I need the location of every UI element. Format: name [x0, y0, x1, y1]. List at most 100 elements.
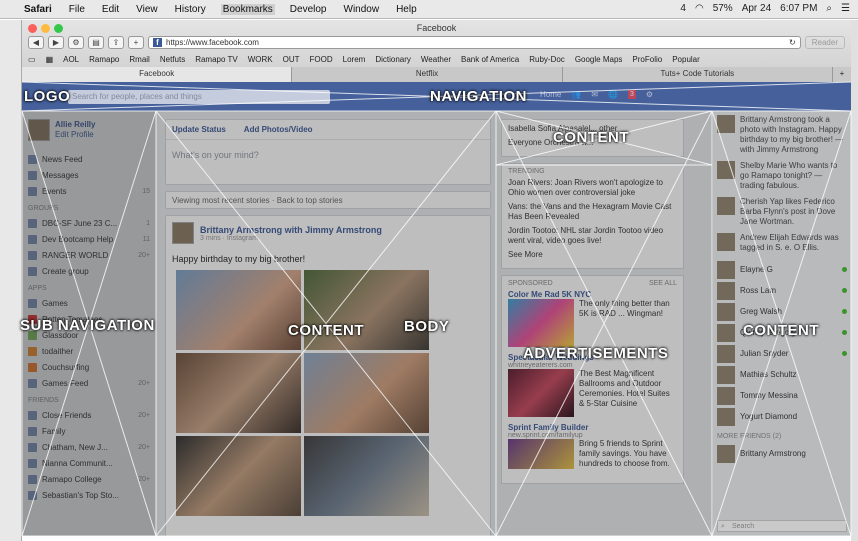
sidebar-item-friends[interactable]: Chatham, New J... 20+ [28, 439, 150, 455]
story-sort-hint[interactable]: Viewing most recent stories · Back to to… [165, 191, 491, 209]
sidebar-item-app[interactable]: Glassdoor [28, 327, 150, 343]
sidebar-item-app[interactable]: Games Feed 20+ [28, 375, 150, 391]
edit-profile-link[interactable]: Edit Profile [55, 130, 95, 140]
ad-image[interactable] [508, 299, 574, 347]
menu-bookmarks[interactable]: Bookmarks [220, 3, 275, 15]
bookmark-bank-of-america[interactable]: Bank of America [461, 55, 519, 64]
post-photo[interactable] [176, 353, 301, 433]
chat-contact[interactable]: Yogurt Diamond [717, 406, 847, 427]
reader-button[interactable]: Reader [804, 36, 845, 49]
chat-contact[interactable]: Ross Lam [717, 280, 847, 301]
sidebar-item-app[interactable]: Rotten Tomatoes [28, 311, 150, 327]
bookmark-ramapo-tv[interactable]: Ramapo TV [195, 55, 238, 64]
wifi-icon[interactable]: ◠ [695, 3, 704, 14]
address-bar[interactable]: f https://www.facebook.com ↻ [148, 36, 801, 49]
ad-item[interactable]: Bring 5 friends to Sprint family savings… [508, 439, 677, 473]
chat-contact[interactable]: Tommy Messina [717, 385, 847, 406]
ticker-line[interactable]: Everyone Orchestra w... [508, 138, 677, 148]
bookmark-profolio[interactable]: ProFolio [632, 55, 662, 64]
bookmark-ramapo[interactable]: Ramapo [89, 55, 119, 64]
add-photo-tab[interactable]: Add Photos/Video [244, 125, 313, 134]
reading-list-icon[interactable]: ▭ [28, 55, 36, 64]
messages-icon[interactable]: ✉ [591, 90, 598, 99]
ad-url[interactable]: whitneyeaterers.com [508, 362, 677, 369]
forward-icon[interactable]: ▶ [48, 36, 64, 49]
sidebar-item-friends[interactable]: Close Friends 20+ [28, 407, 150, 423]
menu-develop[interactable]: Develop [288, 4, 329, 15]
ad-title[interactable]: Color Me Rad 5K NYC [508, 290, 677, 299]
sidebar-item-friends[interactable]: Sebastian's Top Sto... [28, 487, 150, 503]
sidebar-item-app[interactable]: todaither [28, 343, 150, 359]
bookmark-food[interactable]: FOOD [310, 55, 333, 64]
sidebar-item-app[interactable]: Games [28, 295, 150, 311]
bookmark-weather[interactable]: Weather [421, 55, 451, 64]
sidebar-item-create-group[interactable]: Create group [28, 263, 150, 279]
post-photo[interactable] [304, 353, 429, 433]
ad-item[interactable]: The only thing better than 5K is RAD ...… [508, 299, 677, 347]
tab-facebook[interactable]: Facebook [22, 67, 293, 82]
bookmark-out[interactable]: OUT [283, 55, 300, 64]
profile-block[interactable]: Allie Reilly Edit Profile [28, 119, 150, 141]
chat-contact[interactable]: Brittany Armstrong [717, 443, 847, 464]
post-photo[interactable] [176, 436, 301, 516]
chat-contact[interactable]: Greg Walsh [717, 301, 847, 322]
add-icon[interactable]: + [128, 36, 144, 49]
sidebar-item-app[interactable]: Couchsurfing [28, 359, 150, 375]
trending-item[interactable]: Vans: the Vans and the Hexagram Movie Ca… [508, 202, 677, 222]
new-tab-icon[interactable]: + [832, 67, 851, 82]
see-more-link[interactable]: See More [508, 250, 677, 260]
sidebar-item-friends[interactable]: Nianna Communit... [28, 455, 150, 471]
ad-image[interactable] [508, 369, 574, 417]
bookmark-google-maps[interactable]: Google Maps [575, 55, 623, 64]
post-photo[interactable] [304, 270, 429, 350]
menu-file[interactable]: File [67, 4, 87, 15]
trending-item[interactable]: Joan Rivers: Joan Rivers won't apologize… [508, 178, 677, 198]
ticker-story[interactable]: Shelby Marie Who wants to go Ramapo toni… [717, 161, 847, 191]
adobe-status[interactable]: 4 [680, 3, 686, 14]
friend-requests-icon[interactable]: 👥 [571, 90, 581, 99]
back-icon[interactable]: ◀ [28, 36, 44, 49]
battery-status[interactable]: 57% [713, 3, 733, 14]
chat-contact[interactable]: Quincy Gregory [717, 322, 847, 343]
ticker-story[interactable]: Cherish Yap likes Federico Barba Flynn's… [717, 197, 847, 227]
ad-item[interactable]: The Best Magnificent Ballrooms and Outdo… [508, 369, 677, 417]
chat-search-input[interactable]: ⌕ Search [717, 520, 847, 532]
bookmark-aol[interactable]: AOL [63, 55, 79, 64]
sidebar-item-group[interactable]: Dev Bootcamp Help 11 [28, 231, 150, 247]
tab-tuts-plus[interactable]: Tuts+ Code Tutorials [562, 67, 833, 82]
ticker-line[interactable]: Isabella Sofia Alpasalel... other [508, 124, 677, 134]
tab-netflix[interactable]: Netflix [292, 67, 563, 82]
chat-contact[interactable]: Elayne G [717, 259, 847, 280]
nav-home-link[interactable]: Home [540, 90, 561, 99]
bookmark-dictionary[interactable]: Dictionary [375, 55, 411, 64]
ad-url[interactable]: new.sprint.com/familyup [508, 432, 677, 439]
post-photo[interactable] [176, 270, 301, 350]
ad-title[interactable]: Sprint Family Builder [508, 423, 677, 432]
spotlight-icon[interactable]: ⌕ [826, 3, 832, 14]
status-input[interactable]: What's on your mind? [166, 140, 490, 170]
trending-item[interactable]: Jordin Tootoo: NHL star Jordin Tootoo vi… [508, 226, 677, 246]
sidebar-item-friends[interactable]: Family [28, 423, 150, 439]
sidebar-item-messages[interactable]: Messages [28, 167, 150, 183]
ad-image[interactable] [508, 439, 574, 469]
sidebar-item-events[interactable]: Events 15 [28, 183, 150, 199]
menu-edit[interactable]: Edit [100, 4, 121, 15]
reload-icon[interactable]: ↻ [789, 38, 796, 47]
ticker-story[interactable]: Andrew Elijah Edwards was tagged in S. e… [717, 233, 847, 253]
menu-window[interactable]: Window [342, 4, 382, 15]
ticker-story[interactable]: Brittany Armstrong took a photo with Ins… [717, 115, 847, 155]
tools-icon[interactable]: ⚙ [68, 36, 84, 49]
sidebar-item-group[interactable]: DBC-SF June 23 C... 1 [28, 215, 150, 231]
bookmark-lorem[interactable]: Lorem [343, 55, 366, 64]
facebook-search-input[interactable]: Search for people, places and things [68, 90, 330, 104]
chat-contact[interactable]: Mathias Schultz [717, 364, 847, 385]
menu-app[interactable]: Safari [22, 4, 54, 15]
bookmark-work[interactable]: WORK [248, 55, 273, 64]
profile-name[interactable]: Allie Reilly [55, 120, 95, 130]
time-status[interactable]: 6:07 PM [780, 3, 817, 14]
post-photo[interactable] [304, 436, 429, 516]
menu-history[interactable]: History [173, 4, 208, 15]
bookmark-ruby-doc[interactable]: Ruby-Doc [529, 55, 565, 64]
post-author[interactable]: Brittany Armstrong with Jimmy Armstrong [200, 225, 382, 235]
bookmark-popular[interactable]: Popular [672, 55, 700, 64]
